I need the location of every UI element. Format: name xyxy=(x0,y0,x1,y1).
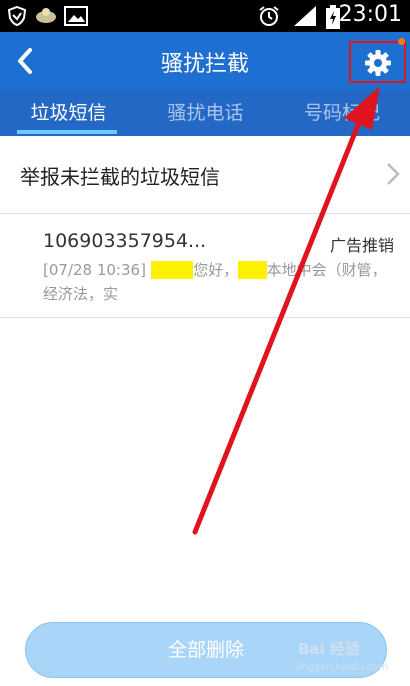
image-icon xyxy=(64,5,88,31)
watermark-brand: Bai 经验 xyxy=(298,640,360,658)
cloud-icon xyxy=(34,5,58,31)
signal-icon xyxy=(292,5,318,31)
shield-icon xyxy=(6,5,28,31)
message-tag: 广告推销 xyxy=(329,236,394,255)
chevron-right-icon xyxy=(386,162,400,190)
action-bar: 骚扰拦截 xyxy=(0,32,410,90)
message-preview: [07/28 10:36] ■■■您好，■■本地中会（财管，经济法，实 xyxy=(43,258,388,306)
report-row-label: 举报未拦截的垃圾短信 xyxy=(20,165,220,189)
watermark-url: jingyan.baidu.com xyxy=(296,662,389,673)
gear-icon xyxy=(365,50,391,76)
redacted-text: ■■■ xyxy=(150,261,194,279)
list-item[interactable]: 106903357954... 广告推销 [07/28 10:36] ■■■您好… xyxy=(0,214,410,318)
settings-button[interactable] xyxy=(349,41,406,83)
message-sender: 106903357954... xyxy=(43,230,207,252)
message-time: [07/28 10:36] xyxy=(43,261,146,279)
baidu-watermark: Bai 经验 jingyan.baidu.com xyxy=(292,632,408,680)
status-bar: 23:01 xyxy=(0,0,410,32)
tab-indicator xyxy=(17,130,117,134)
alarm-icon xyxy=(257,5,281,31)
redacted-text: ■■ xyxy=(238,261,267,279)
tab-number-mark[interactable]: 号码标记 xyxy=(274,90,410,136)
clock-time: 23:01 xyxy=(338,2,402,27)
notification-dot xyxy=(398,38,405,45)
report-unblocked-spam-row[interactable]: 举报未拦截的垃圾短信 xyxy=(0,136,410,214)
tab-harass-calls[interactable]: 骚扰电话 xyxy=(137,90,274,136)
message-preview-a: 您好， xyxy=(193,261,239,279)
